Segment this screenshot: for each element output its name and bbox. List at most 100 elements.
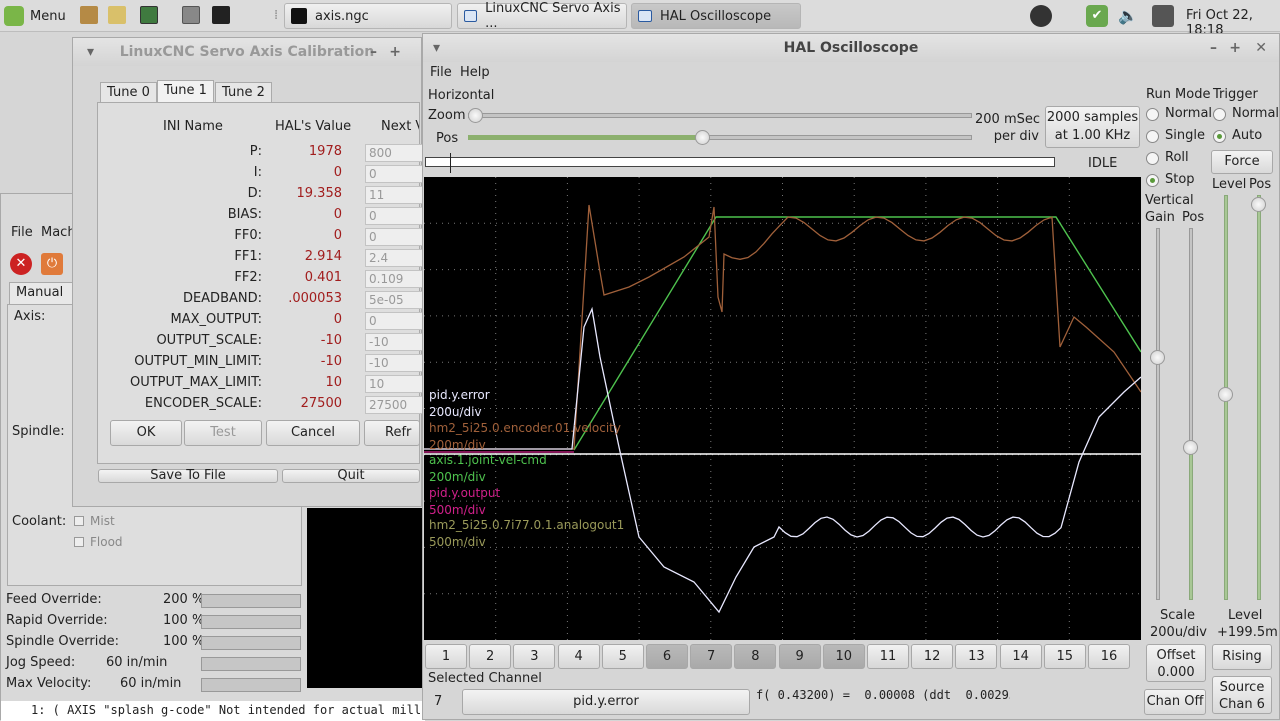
window-menu-icon[interactable]: ▾ bbox=[87, 44, 94, 60]
power-icon[interactable]: ⏻ bbox=[41, 253, 63, 275]
window-menu-icon[interactable]: ▾ bbox=[433, 40, 440, 56]
channel-13-button[interactable]: 13 bbox=[955, 644, 998, 669]
system-monitor-icon[interactable] bbox=[140, 6, 158, 24]
selected-channel-source-button[interactable]: pid.y.error bbox=[462, 689, 750, 715]
channel-14-button[interactable]: 14 bbox=[999, 644, 1042, 669]
channel-6-button[interactable]: 6 bbox=[646, 644, 688, 669]
tab-tune-2[interactable]: Tune 2 bbox=[215, 82, 272, 102]
terminal-icon[interactable] bbox=[212, 6, 230, 24]
run-mode-single-radio[interactable] bbox=[1146, 130, 1159, 143]
taskbar-window-axis[interactable]: axis.ngc bbox=[284, 3, 452, 29]
next-value-field[interactable]: 5e-05 bbox=[365, 291, 425, 309]
channel-9-button[interactable]: 9 bbox=[778, 644, 821, 669]
channel-1-button[interactable]: 1 bbox=[425, 644, 467, 669]
channel-7-button[interactable]: 7 bbox=[690, 644, 733, 669]
run-mode-normal-radio[interactable] bbox=[1146, 108, 1159, 121]
maximize-icon[interactable]: + bbox=[389, 44, 401, 60]
maximize-icon[interactable]: + bbox=[1229, 40, 1241, 56]
scope-graph[interactable] bbox=[424, 177, 1141, 640]
next-value-field[interactable]: 800 bbox=[365, 144, 425, 162]
trigger-pos-knob[interactable] bbox=[1251, 197, 1266, 212]
refresh-button[interactable]: Refr bbox=[364, 420, 420, 446]
chan-off-button[interactable]: Chan Off bbox=[1144, 689, 1206, 715]
minimize-icon[interactable]: – bbox=[1210, 40, 1217, 56]
samples-button[interactable]: 2000 samples at 1.00 KHz bbox=[1045, 106, 1140, 148]
test-button[interactable]: Test bbox=[184, 420, 262, 446]
scope-menu-help[interactable]: Help bbox=[460, 65, 490, 80]
scope-display[interactable] bbox=[424, 177, 1141, 640]
next-value-field[interactable]: 27500 bbox=[365, 396, 425, 414]
override-slider[interactable] bbox=[201, 615, 301, 629]
channel-8-button[interactable]: 8 bbox=[734, 644, 777, 669]
mist-checkbox[interactable] bbox=[74, 516, 84, 526]
position-slider-knob[interactable] bbox=[695, 130, 710, 145]
offset-button[interactable]: Offset 0.000 bbox=[1146, 644, 1206, 682]
force-button[interactable]: Force bbox=[1211, 150, 1273, 174]
volume-icon[interactable]: 🔈 bbox=[1118, 6, 1138, 25]
override-slider[interactable] bbox=[201, 657, 301, 671]
channel-4-button[interactable]: 4 bbox=[557, 644, 600, 669]
settings-icon[interactable] bbox=[80, 6, 98, 24]
next-value-field[interactable]: 2.4 bbox=[365, 249, 425, 267]
flood-checkbox[interactable] bbox=[74, 537, 84, 547]
tab-tune-1[interactable]: Tune 1 bbox=[157, 80, 214, 102]
run-mode-roll-radio[interactable] bbox=[1146, 152, 1159, 165]
axis-menu-file[interactable]: File bbox=[11, 225, 33, 240]
next-value-field[interactable]: -10 bbox=[365, 354, 425, 372]
update-shield-icon[interactable]: ✔ bbox=[1086, 5, 1108, 27]
override-slider[interactable] bbox=[201, 636, 301, 650]
override-slider[interactable] bbox=[201, 678, 301, 692]
webcam-icon[interactable] bbox=[1030, 5, 1052, 27]
next-value-field[interactable]: 0.109 bbox=[365, 270, 425, 288]
zoom-slider[interactable] bbox=[468, 113, 972, 118]
next-value-field[interactable]: 11 bbox=[365, 186, 425, 204]
trigger-level-knob[interactable] bbox=[1218, 387, 1233, 402]
cancel-button[interactable]: Cancel bbox=[266, 420, 360, 446]
channel-10-button[interactable]: 10 bbox=[822, 644, 865, 669]
next-value-field[interactable]: 0 bbox=[365, 228, 425, 246]
channel-5-button[interactable]: 5 bbox=[601, 644, 644, 669]
next-value-field[interactable]: 0 bbox=[365, 312, 425, 330]
taskbar-window-halscope[interactable]: HAL Oscilloscope bbox=[631, 3, 801, 29]
trigger-pos-slider[interactable] bbox=[1257, 195, 1261, 600]
channel-3-button[interactable]: 3 bbox=[513, 644, 556, 669]
taskbar-window-calibration[interactable]: LinuxCNC Servo Axis ... bbox=[457, 1, 627, 31]
gcode-text[interactable]: 1: ( AXIS "splash g-code" Not intended f… bbox=[1, 701, 425, 721]
scope-menu-file[interactable]: File bbox=[430, 65, 452, 80]
minimize-icon[interactable]: – bbox=[370, 44, 377, 60]
vertical-gain-knob[interactable] bbox=[1150, 350, 1165, 365]
ok-button[interactable]: OK bbox=[110, 420, 182, 446]
run-mode-single-label: Single bbox=[1165, 128, 1205, 143]
trigger-auto-radio[interactable] bbox=[1213, 130, 1226, 143]
trigger-source-button[interactable]: Source Chan 6 bbox=[1212, 676, 1272, 714]
vertical-gain-slider[interactable] bbox=[1156, 228, 1160, 600]
channel-12-button[interactable]: 12 bbox=[911, 644, 954, 669]
zoom-slider-knob[interactable] bbox=[468, 108, 483, 123]
preview-canvas[interactable] bbox=[307, 508, 425, 688]
estop-icon[interactable]: ✕ bbox=[10, 253, 32, 275]
close-icon[interactable]: ✕ bbox=[1255, 40, 1267, 56]
vertical-pos-knob[interactable] bbox=[1183, 440, 1198, 455]
channel-16-button[interactable]: 16 bbox=[1088, 644, 1130, 669]
rising-button[interactable]: Rising bbox=[1212, 644, 1272, 670]
text-editor-icon[interactable] bbox=[108, 6, 126, 24]
override-slider[interactable] bbox=[201, 594, 301, 608]
channel-11-button[interactable]: 11 bbox=[867, 644, 909, 669]
channel-2-button[interactable]: 2 bbox=[469, 644, 512, 669]
next-value-field[interactable]: -10 bbox=[365, 333, 425, 351]
run-mode-stop-radio[interactable] bbox=[1146, 174, 1159, 187]
network-icon[interactable] bbox=[1152, 5, 1174, 27]
next-value-field[interactable]: 0 bbox=[365, 207, 425, 225]
quit-button[interactable]: Quit bbox=[282, 469, 420, 483]
next-value-field[interactable]: 0 bbox=[365, 165, 425, 183]
files-icon[interactable] bbox=[182, 6, 200, 24]
menu-button[interactable]: Menu bbox=[4, 6, 66, 26]
ini-name: DEADBAND: bbox=[182, 291, 262, 306]
trigger-normal-radio[interactable] bbox=[1213, 108, 1226, 121]
channel-15-button[interactable]: 15 bbox=[1043, 644, 1086, 669]
save-to-file-button[interactable]: Save To File bbox=[98, 469, 278, 483]
axis-menu-machine[interactable]: Mach bbox=[41, 225, 76, 240]
tab-tune-0[interactable]: Tune 0 bbox=[100, 82, 157, 102]
next-value-field[interactable]: 10 bbox=[365, 375, 425, 393]
tab-manual-control[interactable]: Manual Co bbox=[9, 282, 79, 320]
